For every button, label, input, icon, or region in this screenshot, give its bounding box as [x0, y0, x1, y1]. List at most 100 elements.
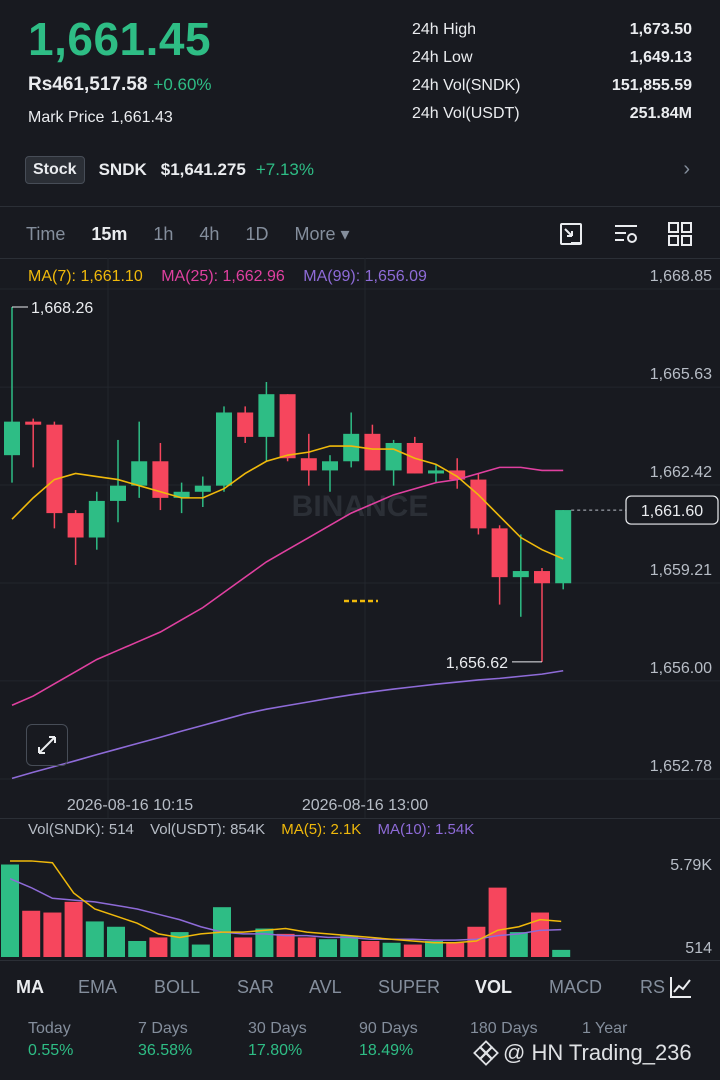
- candle: [216, 412, 232, 486]
- perf-value: 36.58%: [138, 1042, 193, 1059]
- candle: [322, 461, 338, 471]
- price-tick: 1,652.78: [650, 758, 712, 775]
- tab-1h[interactable]: 1h: [153, 224, 173, 245]
- perf-label: 7 Days: [138, 1020, 188, 1037]
- stock-symbol: SNDK: [98, 160, 147, 179]
- tab-vol[interactable]: VOL: [475, 977, 512, 998]
- perf-90d: 90 Days 18.49%: [359, 1020, 418, 1060]
- candle: [279, 394, 296, 459]
- perf-7d: 7 Days 36.58%: [138, 1020, 192, 1060]
- tab-ma[interactable]: MA: [16, 977, 44, 998]
- volume-axis: 5.79K 514: [670, 857, 712, 957]
- stat-label-low: 24h Low: [412, 49, 473, 66]
- stat-label-high: 24h High: [412, 21, 477, 38]
- depth-chart-icon[interactable]: [558, 220, 586, 248]
- candle: [512, 571, 529, 578]
- candle: [131, 461, 148, 486]
- volume-bar: [403, 944, 422, 957]
- tab-macd[interactable]: MACD: [549, 977, 602, 998]
- indicator-chart-icon[interactable]: [668, 974, 694, 1000]
- perf-label: 180 Days: [470, 1020, 538, 1037]
- stock-change: +7.13%: [255, 160, 314, 179]
- expand-icon: [38, 736, 56, 754]
- price-tick: 1,668.85: [650, 268, 712, 285]
- time-tick: 2026-08-16 10:15: [67, 797, 193, 814]
- vol-ma5-label: MA(5): 2.1K: [281, 821, 362, 838]
- divider: [0, 206, 720, 207]
- candle: [46, 424, 63, 514]
- stat-value-vol-quote: 251.84M: [629, 105, 692, 122]
- tab-more[interactable]: More ▾: [294, 224, 349, 245]
- tab-avl[interactable]: AVL: [309, 977, 342, 998]
- time-axis: 2026-08-16 10:15 2026-08-16 13:00: [67, 797, 428, 814]
- volume-bar: [276, 933, 295, 957]
- volume-bar: [107, 926, 125, 957]
- mark-price-row[interactable]: Mark Price 1,661.43: [28, 109, 173, 127]
- volume-bar: [149, 937, 168, 957]
- perf-label: 1 Year: [582, 1020, 628, 1037]
- candle: [4, 421, 20, 456]
- candle: [194, 485, 211, 492]
- volume-bar: [43, 912, 62, 957]
- change-percent: +0.60%: [153, 75, 212, 94]
- volume-bar: [446, 942, 465, 957]
- fullscreen-button[interactable]: [26, 724, 68, 766]
- volume-legend: Vol(SNDK): 514 Vol(USDT): 854K MA(5): 2.…: [28, 821, 486, 838]
- watermark-text: @ HN Trading_236: [503, 1040, 692, 1065]
- volume-bar: [297, 937, 316, 957]
- divider: [0, 960, 720, 961]
- tab-sar[interactable]: SAR: [237, 977, 274, 998]
- divider: [0, 818, 720, 819]
- mark-price-value: 1,661.43: [110, 109, 173, 126]
- vol-base-label: Vol(SNDK): 514: [28, 821, 134, 838]
- binance-logo-icon: [473, 1040, 499, 1066]
- vol-quote-label: Vol(USDT): 854K: [150, 821, 266, 838]
- candle: [300, 458, 317, 471]
- stock-row[interactable]: Stock SNDK $1,641.275 +7.13%: [25, 153, 314, 187]
- volume-bar: [509, 932, 528, 957]
- layout-grid-icon[interactable]: [666, 220, 694, 248]
- volume-bar: [128, 940, 147, 957]
- price-tick: 1,662.42: [650, 464, 712, 481]
- tab-rsi[interactable]: RS: [640, 977, 665, 998]
- candlestick-chart[interactable]: BINANCE 1,668.85 1,665.63 1,662.42 1,659.21…: [0, 258, 720, 818]
- chart-grid: [0, 258, 720, 818]
- tab-ema[interactable]: EMA: [78, 977, 117, 998]
- perf-today: Today 0.55%: [28, 1020, 73, 1060]
- chevron-right-icon[interactable]: ›: [683, 158, 690, 181]
- time-tick: 2026-08-16 13:00: [302, 797, 428, 814]
- ma99-label: MA(99): 1,656.09: [303, 268, 427, 285]
- stat-value-vol-base: 151,855.59: [611, 77, 692, 94]
- stock-price: $1,641.275: [160, 160, 246, 179]
- candle: [258, 394, 275, 437]
- volume-bar: [552, 949, 571, 957]
- stat-label-vol-quote: 24h Vol(USDT): [412, 105, 520, 122]
- perf-value: 17.80%: [248, 1042, 303, 1059]
- high-label: 1,668.26: [31, 300, 93, 317]
- indicator-settings-icon[interactable]: [612, 220, 640, 248]
- candle: [237, 412, 254, 437]
- candle: [534, 571, 550, 584]
- volume-tick: 514: [685, 940, 712, 957]
- price-tick: 1,665.63: [650, 366, 712, 383]
- candle: [491, 528, 508, 578]
- tab-4h[interactable]: 4h: [199, 224, 219, 245]
- ma99-line: [11, 669, 564, 780]
- candle: [25, 421, 42, 425]
- current-price-label: 1,661.60: [641, 503, 703, 520]
- footer-watermark: @ HN Trading_236: [473, 1040, 692, 1066]
- price-tick: 1,659.21: [650, 562, 712, 579]
- tab-1d[interactable]: 1D: [245, 224, 268, 245]
- tab-time[interactable]: Time: [26, 224, 65, 245]
- candle: [470, 479, 487, 529]
- candles: [4, 306, 572, 662]
- volume-chart[interactable]: 5.79K 514: [0, 840, 720, 960]
- tab-boll[interactable]: BOLL: [154, 977, 200, 998]
- volume-bar: [22, 910, 41, 957]
- volume-bar: [340, 935, 359, 957]
- perf-value: 18.49%: [359, 1042, 414, 1059]
- tab-super[interactable]: SUPER: [378, 977, 440, 998]
- candle: [555, 510, 572, 584]
- candle: [428, 470, 444, 474]
- tab-15m[interactable]: 15m: [91, 224, 127, 245]
